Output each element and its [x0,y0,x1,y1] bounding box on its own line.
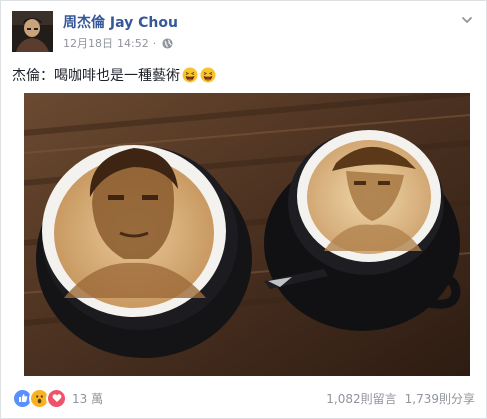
love-icon [46,387,67,409]
post-date[interactable]: 12月18日 [63,35,113,51]
post-photo[interactable] [24,93,470,376]
post-card: 周杰倫 Jay Chou 12月18日 14:52 · 杰倫：喝咖啡也是一種藝術 [0,0,487,419]
avatar[interactable] [12,11,53,52]
author-name[interactable]: 周杰倫 Jay Chou [63,12,178,32]
reaction-count[interactable]: 13 萬 [72,390,103,407]
laughing-emoji-icon [182,67,198,83]
laughing-emoji-icon [200,67,216,83]
share-count-link[interactable]: 1,739則分享 [405,390,475,407]
globe-icon[interactable] [162,37,173,49]
reaction-icons[interactable] [12,387,67,409]
meta-separator: · [152,36,157,50]
post-text-row: 杰倫：喝咖啡也是一種藝術 [12,65,216,85]
post-meta: 12月18日 14:52 · [63,35,173,51]
post-text: 杰倫：喝咖啡也是一種藝術 [12,68,180,84]
chevron-down-icon[interactable] [459,12,475,28]
post-footer: 13 萬 1,082則留言 1,739則分享 [12,386,475,410]
post-time[interactable]: 14:52 [117,37,149,50]
post-stats: 1,082則留言 1,739則分享 [326,390,475,407]
latte-art-photo [24,93,470,376]
avatar-photo [12,11,53,52]
comment-count-link[interactable]: 1,082則留言 [326,390,396,407]
